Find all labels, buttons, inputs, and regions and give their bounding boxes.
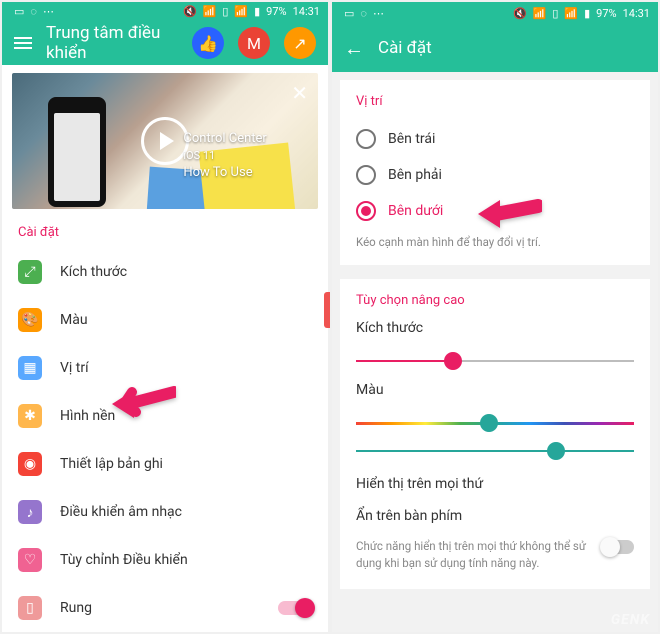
close-icon[interactable]: ✕: [291, 81, 308, 105]
chat-icon: ▭: [14, 5, 24, 18]
list-item-size[interactable]: ⤢ Kích thước: [2, 248, 328, 296]
radio-left[interactable]: Bên trái: [356, 121, 634, 157]
battery-icon: ▮: [254, 5, 260, 18]
video-title-2: iOS 11: [183, 148, 266, 163]
msg-icon: ⋯: [373, 7, 384, 20]
music-icon: ♪: [18, 500, 42, 524]
section-title: Cài đặt: [2, 219, 328, 248]
wifi-icon: 📶: [533, 7, 547, 20]
card-title: Tùy chọn nâng cao: [356, 293, 634, 308]
advanced-card: Tùy chọn nâng cao Kích thước Màu Hiển th…: [340, 279, 650, 589]
hide-keyboard-desc: Chức năng hiển thị trên mọi thứ không th…: [356, 538, 634, 573]
item-label: Tùy chỉnh Điều khiển: [60, 552, 188, 568]
vibrate-icon: ▯: [18, 596, 42, 620]
app-bar: Trung tâm điều khiển 👍 M ↗: [2, 22, 328, 65]
clock: 14:31: [623, 7, 650, 20]
item-label: Rung: [60, 600, 92, 616]
card-title: Vị trí: [356, 94, 634, 109]
share-button[interactable]: ↗: [284, 27, 316, 59]
status-bar: ▭ ◌ ⋯ 🔇 📶 ▯ 📶 ▮ 97% 14:31: [2, 2, 328, 22]
size-slider[interactable]: [356, 350, 634, 372]
messenger-icon: ◌: [360, 7, 367, 20]
shade-slider[interactable]: [356, 440, 634, 462]
video-title-1: Control Center: [183, 130, 266, 148]
edge-indicator: [324, 292, 330, 328]
chat-icon: ▭: [344, 7, 354, 20]
settings-list: ⤢ Kích thước 🎨 Màu ▦ Vị trí ✱ Hình nền ◉ Thiế…: [2, 248, 328, 632]
position-card: Vị trí Bên trái Bên phải Bên dưới Kéo cạ…: [340, 80, 650, 265]
radio-right[interactable]: Bên phải: [356, 157, 634, 193]
list-item-vibrate[interactable]: ▯ Rung: [2, 584, 328, 632]
sim-icon: ▯: [222, 5, 228, 18]
item-label: Kích thước: [60, 264, 127, 280]
item-label: Hình nền: [60, 408, 115, 424]
radio-icon: [356, 201, 376, 221]
battery-pct: 97%: [266, 5, 286, 18]
item-label: Điều khiển âm nhạc: [60, 504, 182, 520]
palette-icon: 🎨: [18, 308, 42, 332]
item-label: Màu: [60, 312, 88, 328]
radio-bottom[interactable]: Bên dưới: [356, 193, 634, 229]
item-label: Vị trí: [60, 360, 89, 376]
app-bar: ← Cài đặt: [332, 24, 658, 72]
list-item-record[interactable]: ◉ Thiết lập bản ghi: [2, 440, 328, 488]
radio-label: Bên phải: [388, 167, 442, 183]
app-title: Trung tâm điều khiển: [46, 23, 178, 63]
grid-icon: ▦: [18, 356, 42, 380]
radio-icon: [356, 129, 376, 149]
item-label: Thiết lập bản ghi: [60, 456, 163, 472]
mute-icon: 🔇: [513, 7, 527, 20]
list-item-position[interactable]: ▦ Vị trí: [2, 344, 328, 392]
heart-icon: ♡: [18, 548, 42, 572]
size-label: Kích thước: [356, 320, 634, 336]
back-icon[interactable]: ←: [344, 36, 364, 61]
vibrate-toggle[interactable]: [278, 601, 312, 615]
battery-icon: ▮: [584, 7, 590, 20]
battery-pct: 97%: [596, 7, 616, 20]
status-bar: ▭ ◌ ⋯ 🔇 📶 ▯ 📶 ▮ 97% 14:31: [332, 2, 658, 24]
video-title-3: How To Use: [183, 164, 266, 182]
messenger-icon: ◌: [30, 5, 37, 18]
signal-icon: 📶: [564, 7, 578, 20]
wifi-icon: 📶: [203, 5, 217, 18]
msg-icon: ⋯: [43, 5, 54, 18]
hide-keyboard-row[interactable]: Ẩn trên bàn phím: [356, 500, 634, 532]
color-label: Màu: [356, 382, 634, 398]
radio-label: Bên dưới: [388, 203, 443, 219]
position-hint: Kéo cạnh màn hình để thay đổi vị trí.: [356, 235, 634, 249]
sim-icon: ▯: [552, 7, 558, 20]
like-button[interactable]: 👍: [192, 27, 224, 59]
hide-keyboard-toggle[interactable]: [602, 540, 634, 554]
overlay-row[interactable]: Hiển thị trên mọi thứ: [356, 468, 634, 500]
list-item-customize[interactable]: ♡ Tùy chỉnh Điều khiển: [2, 536, 328, 584]
expand-icon: ⤢: [18, 260, 42, 284]
app-title: Cài đặt: [378, 38, 646, 58]
gmail-button[interactable]: M: [238, 27, 270, 59]
menu-icon[interactable]: [14, 37, 32, 49]
clock: 14:31: [293, 5, 320, 18]
signal-icon: 📶: [234, 5, 248, 18]
watermark: GENK: [611, 612, 650, 628]
list-item-wallpaper[interactable]: ✱ Hình nền: [2, 392, 328, 440]
list-item-color[interactable]: 🎨 Màu: [2, 296, 328, 344]
play-icon[interactable]: [141, 117, 189, 165]
radio-label: Bên trái: [388, 131, 435, 147]
mute-icon: 🔇: [183, 5, 197, 18]
video-preview[interactable]: ✕ Control Center iOS 11 How To Use: [12, 73, 318, 209]
hue-slider[interactable]: [356, 412, 634, 434]
record-icon: ◉: [18, 452, 42, 476]
radio-icon: [356, 165, 376, 185]
list-item-music[interactable]: ♪ Điều khiển âm nhạc: [2, 488, 328, 536]
image-icon: ✱: [18, 404, 42, 428]
